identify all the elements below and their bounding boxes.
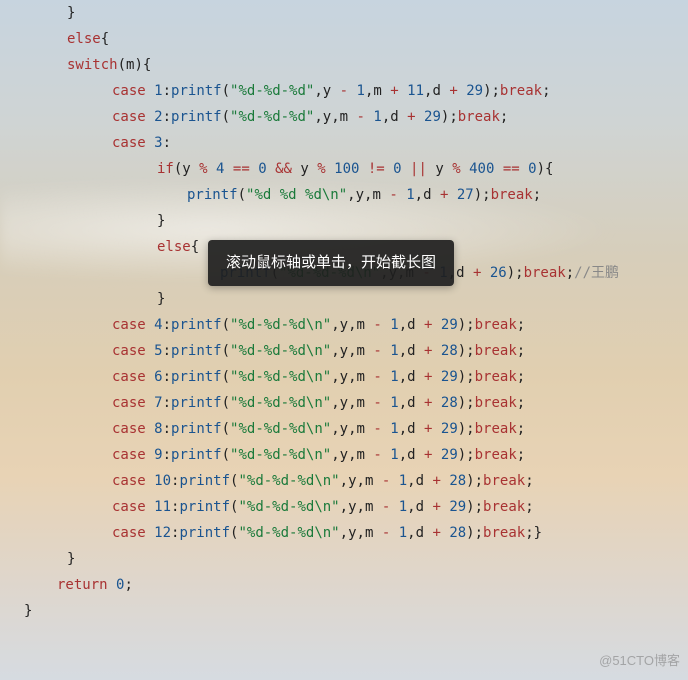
keyword-return: return: [57, 577, 108, 593]
code-line: }: [12, 598, 688, 624]
code-line: case 12:printf("%d-%d-%d\n",y,m - 1,d + …: [12, 520, 688, 546]
code-line: case 7:printf("%d-%d-%d\n",y,m - 1,d + 2…: [12, 390, 688, 416]
code-line: switch(m){: [12, 52, 688, 78]
code-line: case 3:: [12, 130, 688, 156]
code-line: case 11:printf("%d-%d-%d\n",y,m - 1,d + …: [12, 494, 688, 520]
keyword-else: else: [67, 31, 101, 47]
code-line: case 1:printf("%d-%d-%d",y - 1,m + 11,d …: [12, 78, 688, 104]
code-line: return 0;: [12, 572, 688, 598]
watermark: @51CTO博客: [599, 648, 680, 674]
code-line: case 5:printf("%d-%d-%d\n",y,m - 1,d + 2…: [12, 338, 688, 364]
code-line: }: [12, 286, 688, 312]
comment: //王鹏: [574, 265, 619, 281]
keyword-switch: switch: [67, 57, 118, 73]
code-line: case 8:printf("%d-%d-%d\n",y,m - 1,d + 2…: [12, 416, 688, 442]
code-line: else{: [12, 26, 688, 52]
code-line: case 2:printf("%d-%d-%d",y,m - 1,d + 29)…: [12, 104, 688, 130]
code-line: case 10:printf("%d-%d-%d\n",y,m - 1,d + …: [12, 468, 688, 494]
code-line: }: [12, 0, 688, 26]
code-line: if(y % 4 == 0 && y % 100 != 0 || y % 400…: [12, 156, 688, 182]
code-line: case 9:printf("%d-%d-%d\n",y,m - 1,d + 2…: [12, 442, 688, 468]
screenshot-tooltip[interactable]: 滚动鼠标轴或单击，开始截长图: [208, 240, 454, 286]
code-line: case 6:printf("%d-%d-%d\n",y,m - 1,d + 2…: [12, 364, 688, 390]
code-line: case 4:printf("%d-%d-%d\n",y,m - 1,d + 2…: [12, 312, 688, 338]
code-line: }: [12, 546, 688, 572]
code-block: } else{ switch(m){ case 1:printf("%d-%d-…: [0, 0, 688, 624]
code-line: printf("%d %d %d\n",y,m - 1,d + 27);brea…: [12, 182, 688, 208]
code-line: }: [12, 208, 688, 234]
